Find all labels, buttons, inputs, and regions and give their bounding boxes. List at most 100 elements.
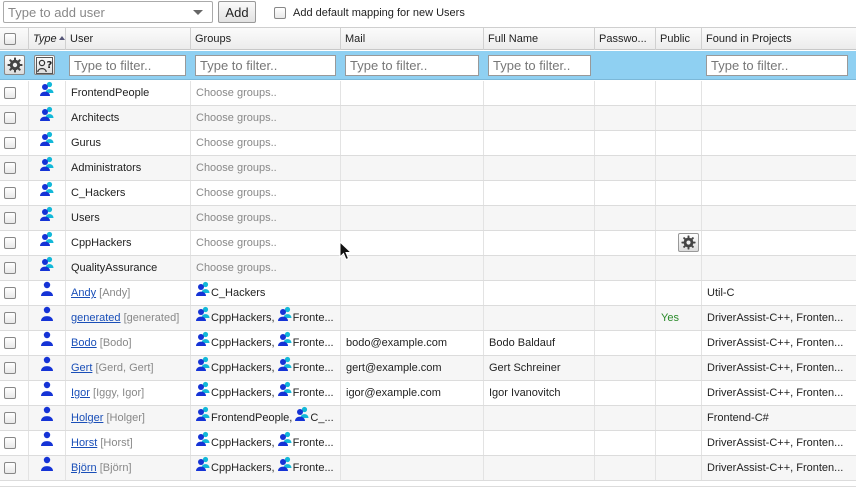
row-checkbox[interactable] [4, 437, 16, 450]
choose-groups-field[interactable]: Choose groups.. [191, 206, 341, 230]
user-link[interactable]: Holger [71, 412, 103, 424]
choose-groups-field[interactable]: Choose groups.. [191, 81, 341, 105]
groups-cell[interactable]: CppHackers, Fronte... [191, 431, 341, 455]
row-checkbox[interactable] [4, 162, 16, 175]
select-all-checkbox[interactable] [4, 33, 16, 45]
table-row[interactable]: Bodo [Bodo] CppHackers, Fronte... bodo@e… [0, 331, 856, 356]
choose-groups-field[interactable]: Choose groups.. [191, 256, 341, 280]
gear-icon [681, 235, 696, 250]
user-link[interactable]: Horst [71, 437, 97, 449]
choose-groups-field[interactable]: Choose groups.. [191, 131, 341, 155]
table-row[interactable]: Igor [Iggy, Igor] CppHackers, Fronte... … [0, 381, 856, 406]
table-header: Type User Groups Mail Full Name Passwo..… [0, 27, 856, 50]
user-link[interactable]: Bodo [71, 337, 97, 349]
groups-filter-input[interactable] [195, 55, 336, 76]
table-row[interactable]: Björn [Björn] CppHackers, Fronte... Driv… [0, 456, 856, 481]
add-user-input[interactable] [4, 2, 184, 22]
user-link[interactable]: Björn [71, 462, 97, 474]
table-row[interactable]: Gert [Gerd, Gert] CppHackers, Fronte... … [0, 356, 856, 381]
row-checkbox[interactable] [4, 462, 16, 475]
column-header-groups[interactable]: Groups [191, 28, 341, 50]
user-link[interactable]: generated [71, 312, 121, 324]
table-row[interactable]: generated [generated] CppHackers, Fronte… [0, 306, 856, 331]
projects-filter-input[interactable] [706, 55, 848, 76]
column-header-projects[interactable]: Found in Projects [702, 28, 856, 50]
groups-cell[interactable]: CppHackers, Fronte... [191, 381, 341, 405]
table-row[interactable]: FrontendPeople Choose groups.. [0, 81, 856, 106]
choose-groups-field[interactable]: Choose groups.. [191, 106, 341, 130]
column-header-type[interactable]: Type [29, 28, 66, 50]
type-filter-button[interactable]: ? [34, 55, 55, 75]
column-header-mail[interactable]: Mail [341, 28, 484, 50]
group-name[interactable]: C_Hackers [66, 181, 191, 205]
groups-cell[interactable]: CppHackers, Fronte... [191, 456, 341, 480]
row-checkbox[interactable] [4, 387, 16, 400]
groups-cell[interactable]: C_Hackers [191, 281, 341, 305]
table-row[interactable]: QualityAssurance Choose groups.. [0, 256, 856, 281]
public-settings-button[interactable] [678, 233, 699, 252]
user-link[interactable]: Andy [71, 287, 96, 299]
user-link[interactable]: Gert [71, 362, 92, 374]
table-row[interactable]: Administrators Choose groups.. [0, 156, 856, 181]
groups-cell[interactable]: CppHackers, Fronte... [191, 356, 341, 380]
table-row[interactable]: Users Choose groups.. [0, 206, 856, 231]
add-user-combobox[interactable] [3, 1, 213, 23]
choose-groups-field[interactable]: Choose groups.. [191, 156, 341, 180]
row-checkbox[interactable] [4, 87, 16, 100]
table-row[interactable]: Architects Choose groups.. [0, 106, 856, 131]
row-checkbox[interactable] [4, 362, 16, 375]
user-filter-input[interactable] [69, 55, 186, 76]
groups-cell[interactable]: FrontendPeople, C_... [191, 406, 341, 430]
full-name-cell [484, 456, 595, 480]
projects-cell: Util-C [707, 287, 735, 299]
add-user-button[interactable]: Add [218, 1, 256, 23]
row-checkbox[interactable] [4, 287, 16, 300]
user-link[interactable]: Igor [71, 387, 90, 399]
column-header-full-name[interactable]: Full Name [484, 28, 595, 50]
group-name[interactable]: Architects [66, 106, 191, 130]
choose-groups-field[interactable]: Choose groups.. [191, 181, 341, 205]
row-checkbox[interactable] [4, 137, 16, 150]
row-checkbox[interactable] [4, 262, 16, 275]
group-name[interactable]: Gurus [66, 131, 191, 155]
settings-button[interactable] [4, 55, 25, 75]
groups-cell[interactable]: CppHackers, Fronte... [191, 306, 341, 330]
group-name[interactable]: Administrators [66, 156, 191, 180]
table-row[interactable]: Horst [Horst] CppHackers, Fronte... Driv… [0, 431, 856, 456]
group-name[interactable]: Users [66, 206, 191, 230]
group-icon [277, 431, 292, 455]
user-cell: Igor [Iggy, Igor] [66, 381, 191, 405]
table-row[interactable]: Holger [Holger] FrontendPeople, C_... Fr… [0, 406, 856, 431]
group-name[interactable]: QualityAssurance [66, 256, 191, 280]
table-row[interactable]: Andy [Andy] C_Hackers Util-C [0, 281, 856, 306]
column-header-public[interactable]: Public [656, 28, 702, 50]
default-mapping-checkbox[interactable] [274, 7, 286, 19]
column-header-password[interactable]: Passwo... [595, 28, 656, 50]
row-checkbox[interactable] [4, 187, 16, 200]
dropdown-arrow-icon[interactable] [193, 10, 203, 15]
group-name[interactable]: CppHackers [66, 231, 191, 255]
row-select-cell [0, 106, 29, 130]
row-checkbox[interactable] [4, 112, 16, 125]
table-row[interactable]: CppHackers Choose groups.. [0, 231, 856, 256]
column-header-user[interactable]: User [66, 28, 191, 50]
choose-groups-field[interactable]: Choose groups.. [191, 231, 341, 255]
row-checkbox[interactable] [4, 212, 16, 225]
table-row[interactable]: C_Hackers Choose groups.. [0, 181, 856, 206]
row-checkbox[interactable] [4, 237, 16, 250]
table-row[interactable]: Gurus Choose groups.. [0, 131, 856, 156]
default-mapping-option[interactable]: Add default mapping for new Users [274, 4, 465, 22]
row-checkbox[interactable] [4, 312, 16, 325]
groups-cell[interactable]: CppHackers, Fronte... [191, 331, 341, 355]
mail-cell [341, 81, 484, 105]
password-cell [595, 381, 656, 405]
row-checkbox[interactable] [4, 337, 16, 350]
mail-filter-input[interactable] [345, 55, 479, 76]
group-name[interactable]: FrontendPeople [66, 81, 191, 105]
group-separator: , [271, 362, 275, 374]
column-header-type-label: Type [33, 33, 57, 45]
public-cell [656, 181, 702, 205]
full-name-filter-input[interactable] [488, 55, 591, 76]
row-checkbox[interactable] [4, 412, 16, 425]
group-icon [196, 331, 210, 355]
